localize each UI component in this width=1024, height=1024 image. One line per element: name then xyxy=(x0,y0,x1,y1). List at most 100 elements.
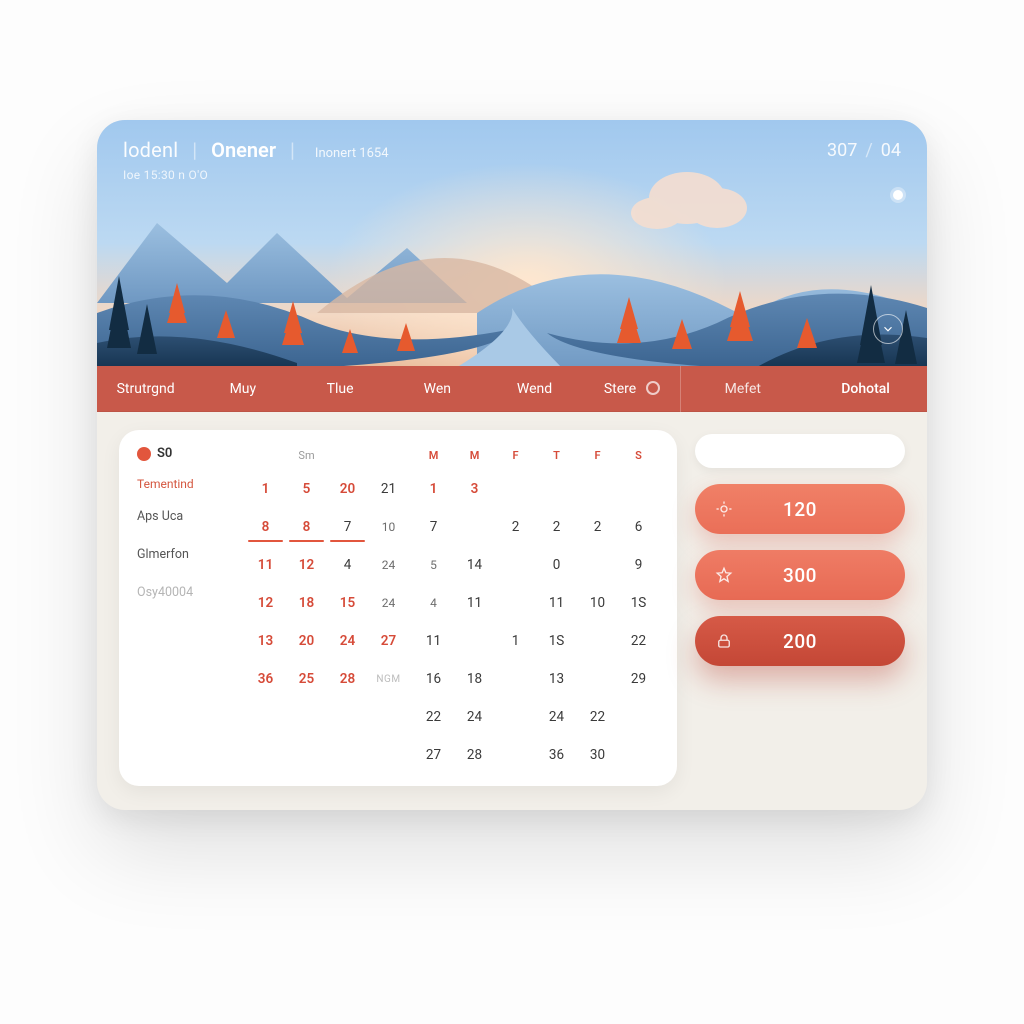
notification-dot[interactable] xyxy=(893,190,903,200)
day-cell[interactable]: 4 xyxy=(327,546,368,584)
day-cell[interactable]: 1S xyxy=(536,622,577,660)
day-cell[interactable] xyxy=(495,736,536,774)
tab-0[interactable]: Strutrgnd xyxy=(97,381,194,397)
day-cell[interactable]: 12 xyxy=(245,584,286,622)
day-cell[interactable]: 10 xyxy=(368,508,409,546)
day-cell[interactable]: 30 xyxy=(577,736,618,774)
day-cell[interactable] xyxy=(454,622,495,660)
right-rail: 120 300 200 xyxy=(695,430,905,786)
tab-1[interactable]: Muy xyxy=(194,381,291,397)
side-item-2[interactable]: Osy40004 xyxy=(137,573,235,611)
search-input[interactable] xyxy=(695,434,905,468)
day-cell[interactable]: 24 xyxy=(368,584,409,622)
stat-pill-1-value: 300 xyxy=(783,564,817,587)
day-cell[interactable]: 22 xyxy=(577,698,618,736)
brand-divider-2: | xyxy=(290,138,295,162)
tab-7[interactable]: Dohotal xyxy=(804,381,927,397)
day-cell[interactable]: 11 xyxy=(454,584,495,622)
day-cell[interactable]: 2 xyxy=(536,508,577,546)
day-cell[interactable]: 11 xyxy=(245,546,286,584)
day-cell[interactable] xyxy=(577,660,618,698)
day-cell[interactable]: 27 xyxy=(368,622,409,660)
day-cell[interactable]: 1 xyxy=(495,622,536,660)
expand-button[interactable] xyxy=(873,314,903,344)
day-cell[interactable] xyxy=(454,508,495,546)
day-cell[interactable]: 3 xyxy=(454,470,495,508)
day-cell[interactable] xyxy=(536,470,577,508)
stat-pill-1[interactable]: 300 xyxy=(695,550,905,600)
day-cell[interactable] xyxy=(577,546,618,584)
day-cell[interactable]: 36 xyxy=(245,660,286,698)
day-cell[interactable]: 21 xyxy=(368,470,409,508)
day-cell[interactable]: 5 xyxy=(286,470,327,508)
stat-pill-2-value: 200 xyxy=(783,630,817,653)
brand-divider: | xyxy=(192,138,197,162)
day-cell[interactable]: 20 xyxy=(286,622,327,660)
day-cell[interactable]: 13 xyxy=(536,660,577,698)
day-cell[interactable]: 18 xyxy=(454,660,495,698)
day-cell[interactable]: 11 xyxy=(536,584,577,622)
day-cell[interactable]: 28 xyxy=(454,736,495,774)
day-cell[interactable]: 1S xyxy=(618,584,659,622)
stat-pill-2[interactable]: 200 xyxy=(695,616,905,666)
day-cell[interactable]: 22 xyxy=(618,622,659,660)
day-cell[interactable]: NGM xyxy=(368,660,409,698)
tab-3[interactable]: Wen xyxy=(389,381,486,397)
day-cell[interactable]: 6 xyxy=(618,508,659,546)
month-left: Sm 1520218871011124241218152413202427362… xyxy=(245,446,409,774)
day-cell[interactable]: 2 xyxy=(495,508,536,546)
day-cell[interactable]: 22 xyxy=(413,698,454,736)
day-cell[interactable]: 15 xyxy=(327,584,368,622)
side-item-1[interactable]: Glmerfon xyxy=(137,535,235,573)
day-cell[interactable]: 20 xyxy=(327,470,368,508)
day-cell[interactable]: 9 xyxy=(618,546,659,584)
day-cell[interactable] xyxy=(618,736,659,774)
brand-word-a: lodenl xyxy=(123,138,178,162)
calendar-app-card: lodenl | Onener | Inonert 1654 307 / 04 … xyxy=(97,120,927,810)
day-cell[interactable]: 24 xyxy=(536,698,577,736)
day-cell[interactable]: 1 xyxy=(413,470,454,508)
day-cell[interactable]: 27 xyxy=(413,736,454,774)
day-cell[interactable] xyxy=(495,546,536,584)
day-cell[interactable] xyxy=(495,660,536,698)
tab-5[interactable]: Stere xyxy=(583,381,680,397)
day-cell[interactable] xyxy=(577,470,618,508)
day-cell[interactable]: 25 xyxy=(286,660,327,698)
day-cell[interactable]: 24 xyxy=(327,622,368,660)
day-cell[interactable] xyxy=(618,698,659,736)
day-cell[interactable]: 7 xyxy=(327,508,368,546)
day-cell[interactable]: 5 xyxy=(413,546,454,584)
day-cell[interactable]: 13 xyxy=(245,622,286,660)
stat-pill-0[interactable]: 120 xyxy=(695,484,905,534)
day-cell[interactable]: 16 xyxy=(413,660,454,698)
day-cell[interactable]: 24 xyxy=(368,546,409,584)
day-cell[interactable]: 18 xyxy=(286,584,327,622)
day-cell[interactable]: 0 xyxy=(536,546,577,584)
day-cell[interactable] xyxy=(495,698,536,736)
day-cell[interactable]: 8 xyxy=(245,508,286,546)
tab-6[interactable]: Mefet xyxy=(681,381,804,397)
mh-r-5: S xyxy=(618,449,659,462)
tab-2[interactable]: Tlue xyxy=(291,381,388,397)
day-cell[interactable]: 36 xyxy=(536,736,577,774)
day-cell[interactable]: 28 xyxy=(327,660,368,698)
day-cell[interactable]: 2 xyxy=(577,508,618,546)
side-item-0[interactable]: Aps Uca xyxy=(137,497,235,535)
day-cell[interactable] xyxy=(495,470,536,508)
header-value-b: 04 xyxy=(881,140,901,161)
day-cell[interactable] xyxy=(495,584,536,622)
day-cell[interactable] xyxy=(577,622,618,660)
day-cell[interactable]: 14 xyxy=(454,546,495,584)
day-cell[interactable]: 10 xyxy=(577,584,618,622)
stat-pill-0-value: 120 xyxy=(783,498,817,521)
day-cell[interactable]: 11 xyxy=(413,622,454,660)
day-cell[interactable]: 29 xyxy=(618,660,659,698)
day-cell[interactable]: 7 xyxy=(413,508,454,546)
tab-4[interactable]: Wend xyxy=(486,381,583,397)
day-cell[interactable]: 1 xyxy=(245,470,286,508)
day-cell[interactable]: 4 xyxy=(413,584,454,622)
day-cell[interactable]: 12 xyxy=(286,546,327,584)
day-cell[interactable] xyxy=(618,470,659,508)
day-cell[interactable]: 24 xyxy=(454,698,495,736)
day-cell[interactable]: 8 xyxy=(286,508,327,546)
